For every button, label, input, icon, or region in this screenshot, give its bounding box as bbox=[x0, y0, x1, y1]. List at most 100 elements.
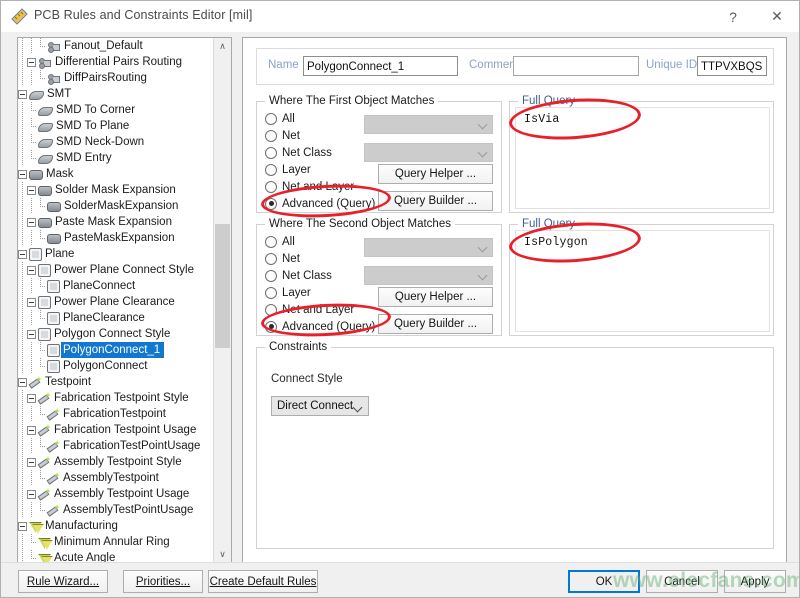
tree-item-label: Minimum Annular Ring bbox=[52, 534, 174, 550]
create-default-rules-button[interactable]: Create Default Rules bbox=[208, 570, 318, 593]
second-radio-layer[interactable]: Layer bbox=[265, 284, 311, 301]
tree-expander-icon[interactable] bbox=[27, 218, 36, 227]
tree-item-power-plane-clearance[interactable]: Power Plane Clearance bbox=[18, 294, 213, 310]
tree-item-smd-entry[interactable]: SMD Entry bbox=[18, 150, 213, 166]
second-radio-all[interactable]: All bbox=[265, 233, 295, 250]
tree-expander-icon[interactable] bbox=[27, 426, 36, 435]
tree-expander-icon[interactable] bbox=[27, 458, 36, 467]
tree-item-assemblytestpointusage[interactable]: AssemblyTestPointUsage bbox=[18, 502, 213, 518]
tree-item-smd-to-plane[interactable]: SMD To Plane bbox=[18, 118, 213, 134]
tree-expander-icon[interactable] bbox=[18, 250, 27, 259]
radio-label: Layer bbox=[282, 164, 311, 176]
tree-item-paste-mask-expansion[interactable]: Paste Mask Expansion bbox=[18, 214, 213, 230]
second-radio-net-class[interactable]: Net Class bbox=[265, 267, 332, 284]
tree-expander-icon[interactable] bbox=[27, 394, 36, 403]
tree-item-testpoint[interactable]: Testpoint bbox=[18, 374, 213, 390]
tree-item-smd-neck-down[interactable]: SMD Neck-Down bbox=[18, 134, 213, 150]
tree-item-planeclearance[interactable]: PlaneClearance bbox=[18, 310, 213, 326]
first-radio-advanced-query[interactable]: Advanced (Query) bbox=[265, 195, 375, 212]
tree-indent-guide bbox=[18, 38, 27, 54]
tree-item-power-plane-connect-style[interactable]: Power Plane Connect Style bbox=[18, 262, 213, 278]
connect-style-combo[interactable]: Direct Connect bbox=[271, 396, 369, 416]
second-radio-net-and-layer[interactable]: Net and Layer bbox=[265, 301, 354, 318]
tree-item-mask[interactable]: Mask bbox=[18, 166, 213, 182]
tree-item-differential-pairs-routing[interactable]: Differential Pairs Routing bbox=[18, 54, 213, 70]
second-query-helper-button[interactable]: Query Helper ... bbox=[378, 287, 493, 307]
first-net-class-combo[interactable] bbox=[364, 143, 493, 162]
first-full-query-area[interactable]: IsVia bbox=[515, 107, 770, 209]
tree-item-smt[interactable]: SMT bbox=[18, 86, 213, 102]
plane-icon bbox=[47, 280, 60, 293]
second-query-builder-button[interactable]: Query Builder ... bbox=[378, 314, 493, 334]
tree-item-fabrication-testpoint-usage[interactable]: Fabrication Testpoint Usage bbox=[18, 422, 213, 438]
tree-item-label: SMD Neck-Down bbox=[54, 134, 148, 150]
tree-item-pastemaskexpansion[interactable]: PasteMaskExpansion bbox=[18, 230, 213, 246]
tree-item-smd-to-corner[interactable]: SMD To Corner bbox=[18, 102, 213, 118]
tree-item-polygon-connect-style[interactable]: Polygon Connect Style bbox=[18, 326, 213, 342]
tree-item-polygonconnect-1[interactable]: PolygonConnect_1 bbox=[18, 342, 213, 358]
tree-expander-icon[interactable] bbox=[27, 186, 36, 195]
radio-label: Advanced (Query) bbox=[282, 198, 375, 210]
first-object-group-title: Where The First Object Matches bbox=[265, 95, 438, 107]
unique-id-input[interactable]: TTPVXBQS bbox=[697, 56, 767, 76]
cancel-button[interactable]: Cancel bbox=[646, 570, 718, 593]
scrollbar-thumb[interactable] bbox=[215, 224, 230, 348]
tree-item-fabricationtestpoint[interactable]: FabricationTestpoint bbox=[18, 406, 213, 422]
tree-expander-icon[interactable] bbox=[27, 330, 36, 339]
first-net-combo[interactable] bbox=[364, 115, 493, 134]
second-net-class-combo[interactable] bbox=[364, 266, 493, 285]
tree-item-diffpairsrouting[interactable]: DiffPairsRouting bbox=[18, 70, 213, 86]
tree-item-soldermaskexpansion[interactable]: SolderMaskExpansion bbox=[18, 198, 213, 214]
tree-expander-icon[interactable] bbox=[27, 298, 36, 307]
tree-item-polygonconnect[interactable]: PolygonConnect bbox=[18, 358, 213, 374]
tree-item-label: Plane bbox=[43, 246, 78, 262]
apply-button[interactable]: Apply bbox=[724, 570, 786, 593]
close-icon[interactable]: ✕ bbox=[755, 1, 799, 32]
footer-bar: Rule Wizard... Priorities... Create Defa… bbox=[1, 562, 800, 598]
rule-wizard-button[interactable]: Rule Wizard... bbox=[18, 570, 108, 593]
first-query-helper-button[interactable]: Query Helper ... bbox=[378, 164, 493, 184]
first-radio-net-and-layer[interactable]: Net and Layer bbox=[265, 178, 354, 195]
comment-input[interactable] bbox=[513, 56, 639, 76]
tree-expander-icon[interactable] bbox=[18, 378, 27, 387]
tree-item-fanout-default[interactable]: Fanout_Default bbox=[18, 38, 213, 54]
tree-expander-icon[interactable] bbox=[18, 522, 27, 531]
first-radio-net-class[interactable]: Net Class bbox=[265, 144, 332, 161]
tree-item-assembly-testpoint-style[interactable]: Assembly Testpoint Style bbox=[18, 454, 213, 470]
tree-item-assembly-testpoint-usage[interactable]: Assembly Testpoint Usage bbox=[18, 486, 213, 502]
rules-tree[interactable]: Fanout_DefaultDifferential Pairs Routing… bbox=[18, 38, 213, 563]
priorities-button[interactable]: Priorities... bbox=[123, 570, 203, 593]
tree-expander-icon[interactable] bbox=[18, 170, 27, 179]
tree-indent-guide bbox=[18, 278, 27, 294]
first-query-builder-button[interactable]: Query Builder ... bbox=[378, 191, 493, 211]
tree-expander-icon[interactable] bbox=[27, 58, 36, 67]
tree-item-minimum-annular-ring[interactable]: Minimum Annular Ring bbox=[18, 534, 213, 550]
tree-item-plane[interactable]: Plane bbox=[18, 246, 213, 262]
second-full-query-area[interactable]: IsPolygon bbox=[515, 230, 770, 332]
scroll-down-icon[interactable]: ∨ bbox=[214, 546, 231, 563]
first-radio-all[interactable]: All bbox=[265, 110, 295, 127]
tree-expander-icon[interactable] bbox=[27, 490, 36, 499]
ok-button[interactable]: OK bbox=[568, 570, 640, 593]
second-net-combo[interactable] bbox=[364, 238, 493, 257]
tree-expander-icon[interactable] bbox=[18, 90, 27, 99]
tree-item-assemblytestpoint[interactable]: AssemblyTestpoint bbox=[18, 470, 213, 486]
second-radio-advanced-query[interactable]: Advanced (Query) bbox=[265, 318, 375, 335]
tree-item-fabricationtestpointusage[interactable]: FabricationTestPointUsage bbox=[18, 438, 213, 454]
help-button[interactable]: ? bbox=[711, 1, 755, 32]
first-radio-layer[interactable]: Layer bbox=[265, 161, 311, 178]
tree-item-fabrication-testpoint-style[interactable]: Fabrication Testpoint Style bbox=[18, 390, 213, 406]
testpoint-icon bbox=[47, 440, 60, 452]
tree-item-planeconnect[interactable]: PlaneConnect bbox=[18, 278, 213, 294]
tree-scrollbar[interactable]: ∧ ∨ bbox=[213, 38, 231, 563]
tree-indent-guide bbox=[18, 310, 27, 326]
first-radio-net[interactable]: Net bbox=[265, 127, 300, 144]
tree-elbow-guide bbox=[36, 470, 45, 486]
second-radio-net[interactable]: Net bbox=[265, 250, 300, 267]
tree-indent-guide bbox=[18, 406, 27, 422]
name-input[interactable]: PolygonConnect_1 bbox=[303, 56, 458, 76]
tree-item-manufacturing[interactable]: Manufacturing bbox=[18, 518, 213, 534]
scroll-up-icon[interactable]: ∧ bbox=[214, 38, 231, 55]
tree-item-solder-mask-expansion[interactable]: Solder Mask Expansion bbox=[18, 182, 213, 198]
tree-expander-icon[interactable] bbox=[27, 266, 36, 275]
